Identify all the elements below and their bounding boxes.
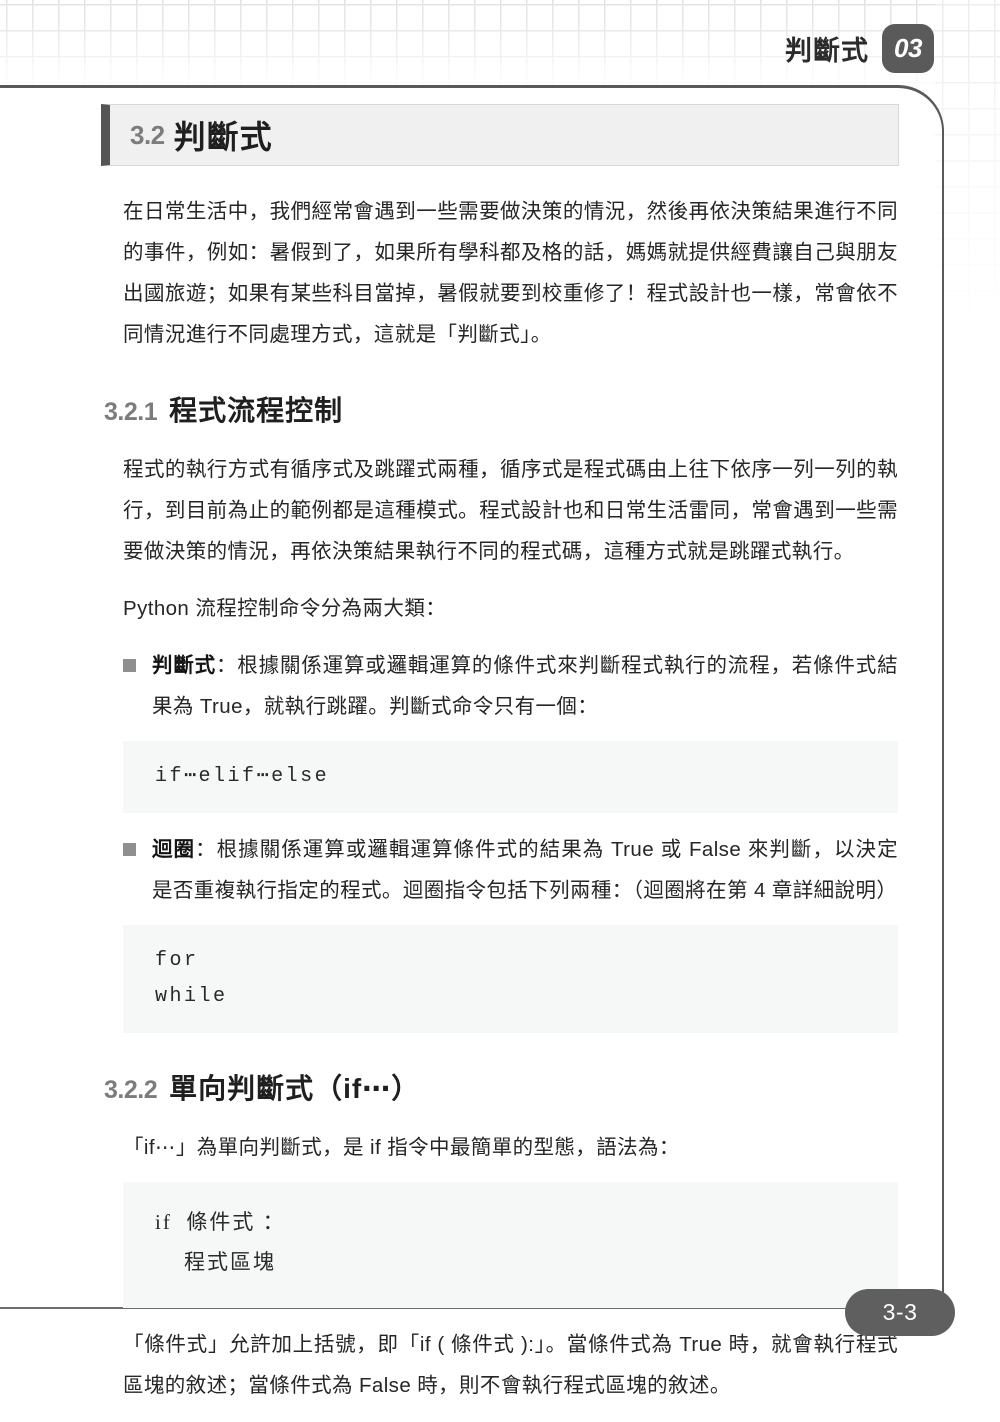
list-item-body: ：根據關係運算或邏輯運算條件式的結果為 True 或 False 來判斷，以決定… <box>152 838 898 902</box>
list-item: 迴圈：根據關係運算或邏輯運算條件式的結果為 True 或 False 來判斷，以… <box>123 829 898 911</box>
square-bullet-icon <box>123 843 136 856</box>
subsection-321-paragraph-1: 程式的執行方式有循序式及跳躍式兩種，循序式是程式碼由上往下依序一列一列的執行，到… <box>123 458 898 563</box>
code-block-if-syntax: if 條件式 ： 程式區塊 <box>123 1182 898 1308</box>
code-line: if⋯elif⋯else <box>155 765 330 788</box>
list-item-text: 判斷式：根據關係運算或邏輯運算的條件式來判斷程式執行的流程，若條件式結果為 Tr… <box>152 645 898 727</box>
subsection-heading-321: 3.2.1 程式流程控制 <box>104 389 899 429</box>
list-item-text: 迴圈：根據關係運算或邏輯運算條件式的結果為 True 或 False 來判斷，以… <box>152 829 898 911</box>
list-item-term: 判斷式 <box>152 654 216 677</box>
page-frame-right-rule <box>941 133 944 1301</box>
subsection-322-paragraph-2: 「條件式」允許加上括號，即「if ( 條件式 ):」。當條件式為 True 時，… <box>123 1333 898 1397</box>
subsection-title: 程式流程控制 <box>169 395 344 426</box>
square-bullet-icon <box>123 659 136 672</box>
subsection-number: 3.2.1 <box>104 398 158 426</box>
running-head-title: 判斷式 <box>785 36 869 66</box>
subsection-number: 3.2.2 <box>104 1076 158 1104</box>
subsection-321-paragraph-2: Python 流程控制命令分為兩大類： <box>123 597 447 620</box>
list-item: 判斷式：根據關係運算或邏輯運算的條件式來判斷程式執行的流程，若條件式結果為 Tr… <box>123 645 898 727</box>
code-block-if-elif-else: if⋯elif⋯else <box>123 741 898 813</box>
chapter-number-badge: 03 <box>882 24 934 73</box>
list-item-term: 迴圈 <box>152 838 196 861</box>
section-title: 判斷式 <box>173 119 273 155</box>
running-head: 判斷式 03 <box>785 24 934 73</box>
code-line: while <box>155 985 228 1008</box>
code-line: 程式區塊 <box>155 1250 276 1274</box>
section-number: 3.2 <box>130 119 165 150</box>
list-item-body: ：根據關係運算或邏輯運算的條件式來判斷程式執行的流程，若條件式結果為 True，… <box>152 654 898 718</box>
code-line: if 條件式 ： <box>155 1210 286 1234</box>
section-intro-paragraph: 在日常生活中，我們經常會遇到一些需要做決策的情況，然後再依決策結果進行不同的事件… <box>123 200 898 346</box>
page-frame-top-rule <box>0 85 898 88</box>
subsection-heading-322: 3.2.2 單向判斷式（if⋯） <box>104 1067 899 1107</box>
subsection-title: 單向判斷式（if⋯） <box>169 1073 421 1104</box>
page-number-badge: 3-3 <box>845 1289 955 1336</box>
page-content: 3.2 判斷式 在日常生活中，我們經常會遇到一些需要做決策的情況，然後再依決策結… <box>101 104 899 1422</box>
code-line: for <box>155 949 199 972</box>
code-block-loops: for while <box>123 925 898 1033</box>
subsection-322-paragraph-1: 「if⋯」為單向判斷式，是 if 指令中最簡單的型態，語法為： <box>123 1136 680 1159</box>
section-heading: 3.2 判斷式 <box>101 104 899 166</box>
